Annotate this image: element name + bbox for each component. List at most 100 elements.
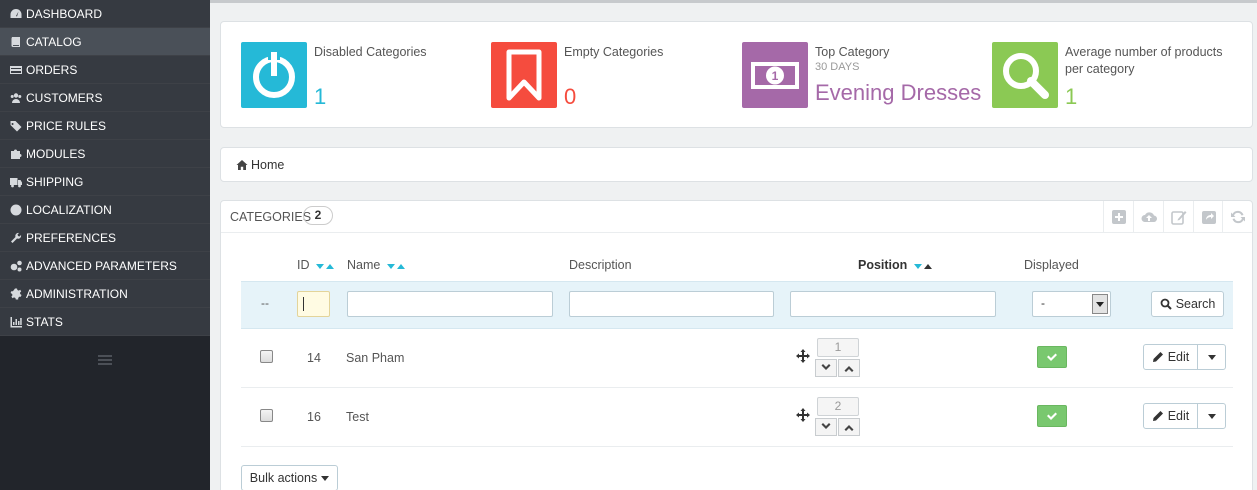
puzzle-icon [8, 148, 24, 160]
breadcrumb: Home [220, 147, 1253, 182]
cog-icon [8, 288, 24, 300]
move-up-button[interactable] [838, 359, 860, 377]
sql-query-button[interactable] [1193, 201, 1223, 233]
edit-button[interactable]: Edit [1143, 403, 1198, 429]
sidebar-item-orders[interactable]: ORDERS [0, 56, 210, 84]
chevron-up-icon [844, 366, 854, 372]
search-icon [1160, 298, 1172, 310]
column-header-displayed: Displayed [1024, 258, 1079, 272]
svg-text:1: 1 [772, 69, 779, 83]
filter-id-input[interactable] [297, 291, 330, 317]
check-icon [1047, 353, 1057, 361]
filter-row: -- - Search [241, 281, 1233, 329]
column-header-name[interactable]: Name [347, 258, 405, 273]
row-name: San Pham [346, 351, 405, 365]
filter-name-input[interactable] [347, 291, 553, 317]
sidebar-item-price-rules[interactable]: PRICE RULES [0, 112, 210, 140]
sidebar-item-modules[interactable]: MODULES [0, 140, 210, 168]
move-icon[interactable] [796, 349, 810, 363]
sort-icon[interactable] [386, 259, 405, 273]
sidebar-item-localization[interactable]: LOCALIZATION [0, 196, 210, 224]
export-button[interactable] [1133, 201, 1163, 233]
kpi-top-category[interactable]: 1 Top Category 30 DAYS Evening Dresses [742, 42, 987, 108]
kpi-disabled-categories[interactable]: Disabled Categories 1 [241, 42, 471, 109]
sidebar-collapse-icon[interactable] [98, 355, 112, 367]
chevron-up-icon [844, 425, 854, 431]
kpi-subtitle: 30 DAYS [815, 61, 860, 73]
position-value: 2 [817, 397, 859, 416]
row-actions-dropdown[interactable] [1197, 344, 1226, 370]
row-id: 14 [307, 351, 321, 365]
kpi-average-products[interactable]: Average number of products per category … [992, 42, 1237, 109]
bar-chart-icon [8, 316, 24, 328]
categories-count-badge: 2 [303, 206, 333, 225]
share-icon [1201, 211, 1216, 224]
sidebar-item-label: ADVANCED PARAMETERS [26, 258, 177, 273]
sort-icon[interactable] [315, 259, 334, 273]
move-icon[interactable] [796, 408, 810, 422]
row-actions-dropdown[interactable] [1197, 403, 1226, 429]
chevron-down-icon [1092, 294, 1108, 314]
bulk-actions-button[interactable]: Bulk actions [241, 465, 338, 490]
sidebar-item-label: PRICE RULES [26, 118, 107, 133]
kpi-empty-categories[interactable]: Empty Categories 0 [491, 42, 721, 109]
caret-down-icon [321, 475, 330, 481]
column-header-description: Description [569, 258, 632, 272]
caret-down-icon [1207, 413, 1216, 419]
kpi-value: Evening Dresses [815, 80, 982, 105]
table-row[interactable]: 14 San Pham 1 Edit [241, 329, 1233, 388]
search-button[interactable]: Search [1151, 291, 1224, 317]
move-up-button[interactable] [838, 418, 860, 436]
move-down-button[interactable] [815, 359, 837, 377]
plus-square-icon [1111, 210, 1126, 224]
chevron-down-icon [821, 364, 831, 370]
wrench-icon [8, 232, 24, 244]
sidebar-item-preferences[interactable]: PREFERENCES [0, 224, 210, 252]
add-category-button[interactable] [1103, 201, 1133, 233]
import-button[interactable] [1163, 201, 1193, 233]
sidebar-item-customers[interactable]: CUSTOMERS [0, 84, 210, 112]
tags-icon [8, 120, 24, 132]
sidebar-item-catalog[interactable]: CATALOG [0, 28, 210, 56]
power-icon [241, 42, 307, 108]
breadcrumb-home-link[interactable]: Home [251, 158, 284, 172]
sidebar-item-administration[interactable]: ADMINISTRATION [0, 280, 210, 308]
sidebar-item-dashboard[interactable]: DASHBOARD [0, 0, 210, 28]
kpi-title: Disabled Categories [314, 45, 427, 59]
users-icon [8, 92, 24, 104]
filter-description-input[interactable] [569, 291, 774, 317]
sidebar-item-stats[interactable]: STATS [0, 308, 210, 336]
credit-card-icon [8, 64, 24, 76]
filter-position-input[interactable] [790, 291, 996, 317]
displayed-toggle[interactable] [1037, 346, 1067, 368]
sidebar-item-label: SHIPPING [26, 174, 84, 189]
table-row[interactable]: 16 Test 2 Edit [241, 388, 1233, 447]
sidebar-item-label: ORDERS [26, 62, 78, 77]
displayed-toggle[interactable] [1037, 405, 1067, 427]
sidebar-item-label: DASHBOARD [26, 6, 103, 21]
sidebar-item-shipping[interactable]: SHIPPING [0, 168, 210, 196]
edit-button[interactable]: Edit [1143, 344, 1198, 370]
sidebar-item-advanced-parameters[interactable]: ADVANCED PARAMETERS [0, 252, 210, 280]
pencil-icon [1152, 352, 1163, 362]
column-header-id[interactable]: ID [297, 258, 334, 273]
kpi-title: Average number of products [1065, 45, 1223, 59]
categories-header: CATEGORIES 2 [221, 201, 1252, 233]
sidebar-item-label: STATS [26, 314, 63, 329]
kpi-title: Empty Categories [564, 45, 664, 59]
home-icon [236, 159, 248, 170]
cloud-upload-icon [1141, 212, 1157, 223]
kpi-value: 0 [564, 84, 577, 109]
sidebar-item-label: LOCALIZATION [26, 202, 112, 217]
categories-title: CATEGORIES [230, 210, 312, 224]
refresh-list-button[interactable] [1222, 201, 1252, 233]
move-down-button[interactable] [815, 418, 837, 436]
check-icon [1047, 412, 1057, 420]
filter-displayed-select[interactable]: - [1032, 291, 1111, 317]
row-name: Test [346, 410, 369, 424]
sort-icon[interactable] [913, 259, 932, 273]
pencil-icon [1152, 411, 1163, 421]
column-header-position[interactable]: Position [858, 258, 932, 273]
row-checkbox[interactable] [260, 350, 273, 363]
row-checkbox[interactable] [260, 409, 273, 422]
